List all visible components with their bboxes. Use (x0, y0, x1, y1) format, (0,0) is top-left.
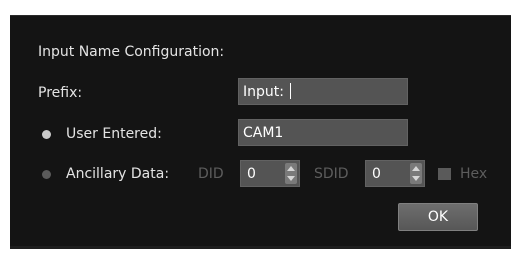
user-entered-input[interactable]: CAM1 (238, 119, 408, 146)
user-entered-radio[interactable] (42, 130, 51, 139)
did-value: 0 (247, 166, 256, 182)
ancillary-data-radio[interactable] (42, 170, 51, 179)
user-entered-label: User Entered: (66, 126, 162, 142)
input-name-dialog: Input Name Configuration: Prefix: Input:… (10, 15, 511, 249)
ancillary-data-label: Ancillary Data: (66, 166, 170, 182)
prefix-input[interactable]: Input: (238, 78, 408, 105)
sdid-spinbox[interactable]: 0 (365, 160, 425, 187)
hex-checkbox[interactable] (438, 168, 451, 180)
did-label: DID (198, 166, 224, 182)
prefix-label: Prefix: (38, 85, 83, 101)
did-spinbox[interactable]: 0 (240, 160, 300, 187)
ok-button[interactable]: OK (398, 203, 478, 231)
sdid-value: 0 (372, 166, 381, 182)
did-spin-arrows-icon[interactable] (285, 163, 297, 184)
dialog-title: Input Name Configuration: (38, 44, 225, 60)
text-caret (290, 83, 292, 99)
prefix-value: Input: (243, 84, 289, 100)
hex-label: Hex (460, 166, 488, 182)
sdid-label: SDID (314, 166, 349, 182)
sdid-spin-arrows-icon[interactable] (410, 163, 422, 184)
